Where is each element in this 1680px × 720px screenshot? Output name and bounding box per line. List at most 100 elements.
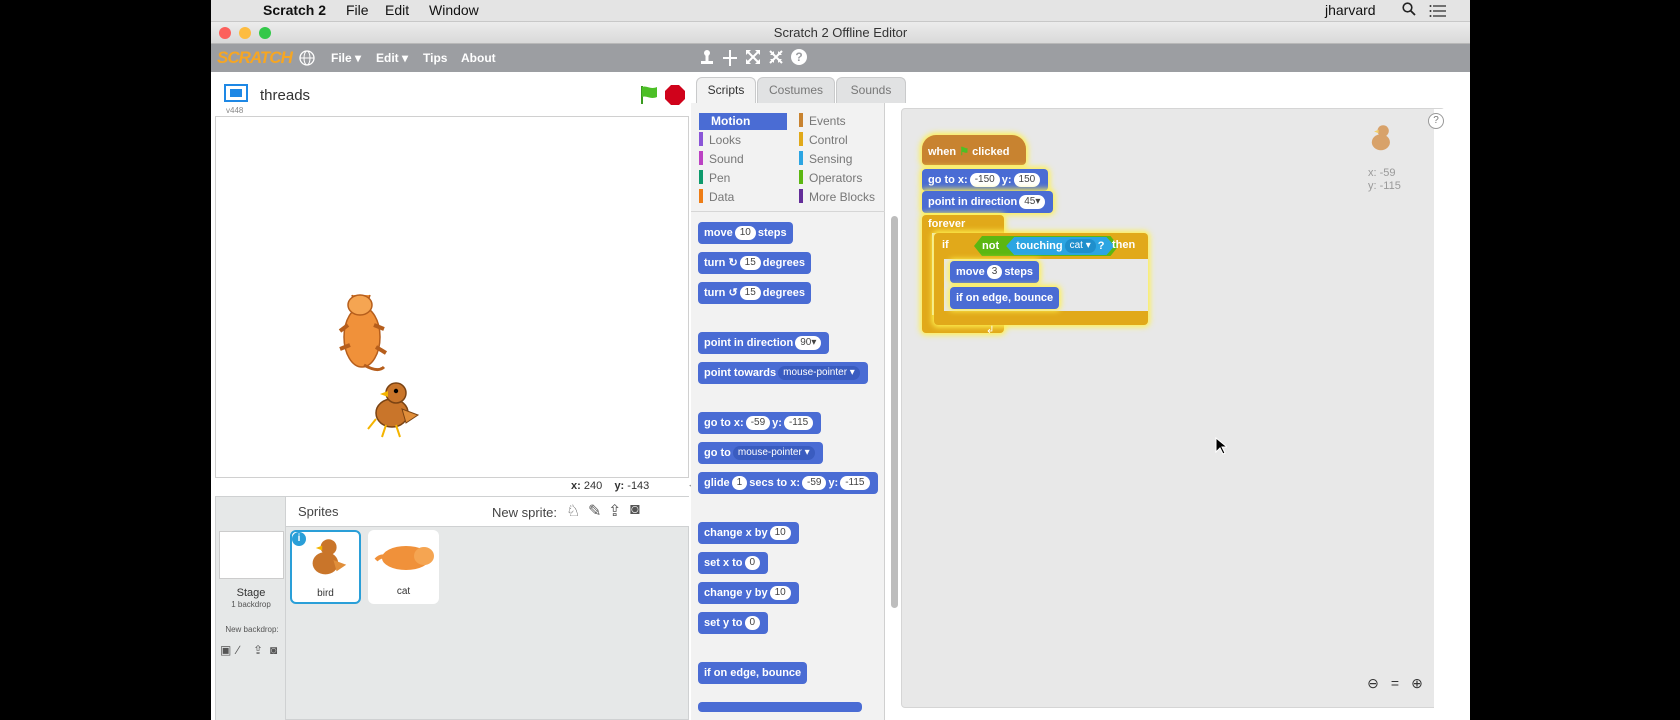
version-label: v448: [226, 106, 244, 115]
scratch-toolbar: SCRATCH File ▾ Edit ▾ Tips About ?: [211, 44, 1470, 72]
upload-sprite-icon[interactable]: ⇪: [608, 501, 621, 521]
mac-menubar: Scratch 2 File Edit Window jharvard: [211, 0, 1470, 22]
tab-sounds[interactable]: Sounds: [836, 77, 906, 103]
block-palette: Motion Looks Sound Pen Data Events Contr…: [691, 103, 885, 720]
category-sensing[interactable]: Sensing: [799, 151, 852, 166]
camera-sprite-icon[interactable]: ◙: [630, 501, 640, 519]
sprite-name-bird: bird: [317, 588, 334, 599]
paint-backdrop-icon[interactable]: ∕: [237, 643, 239, 657]
palette-set-y[interactable]: set y to 0: [698, 612, 769, 634]
notification-list-icon[interactable]: [1429, 4, 1447, 21]
sprite-preview-bird: [1362, 123, 1402, 162]
palette-partial-block[interactable]: [698, 702, 862, 712]
category-operators[interactable]: Operators: [799, 170, 862, 185]
palette-go-to-xy[interactable]: go to x: -59 y: -115: [698, 412, 822, 434]
when-flag-clicked-block[interactable]: when ⚑ clicked: [922, 135, 1026, 165]
stage-thumbnail[interactable]: [219, 531, 284, 579]
palette-point-in-direction[interactable]: point in direction 90▾: [698, 332, 830, 354]
menu-window[interactable]: Window: [429, 2, 479, 18]
palette-divider: [691, 211, 885, 212]
palette-set-x[interactable]: set x to 0: [698, 552, 769, 574]
palette-if-on-edge-bounce[interactable]: if on edge, bounce: [698, 662, 808, 684]
stop-sign-icon[interactable]: [664, 84, 686, 111]
category-sound[interactable]: Sound: [699, 151, 744, 166]
app-menu[interactable]: Scratch 2: [263, 2, 326, 18]
menu-file[interactable]: File: [346, 2, 369, 18]
screen: Scratch 2 File Edit Window jharvard Scra…: [211, 0, 1470, 720]
toolbar-file-menu[interactable]: File ▾: [331, 51, 361, 65]
green-flag-icon[interactable]: [638, 84, 660, 111]
palette-move-steps[interactable]: move 10 steps: [698, 222, 793, 244]
bird-sprite[interactable]: [366, 379, 422, 444]
language-globe-icon[interactable]: [299, 50, 315, 69]
shrink-icon[interactable]: [768, 49, 784, 68]
new-sprite-label: New sprite:: [492, 505, 558, 520]
palette-change-y[interactable]: change y by 10: [698, 582, 799, 604]
cat-sprite[interactable]: [334, 285, 394, 390]
sprite-y-position: y: -115: [1368, 180, 1401, 192]
stage-label: Stage: [236, 587, 266, 599]
scratch-logo[interactable]: SCRATCH: [217, 48, 293, 68]
y-coord-label: y:: [614, 480, 625, 492]
sprite-tile-bird[interactable]: i bird: [290, 530, 361, 604]
category-control[interactable]: Control: [799, 132, 848, 147]
spotlight-search-icon[interactable]: [1402, 2, 1416, 19]
camera-backdrop-icon[interactable]: ◙: [270, 643, 277, 657]
minimize-window-button[interactable]: [239, 27, 251, 39]
palette-glide[interactable]: glide 1 secs to x: -59 y: -115: [698, 472, 878, 494]
x-coord-value: 240: [583, 480, 603, 492]
touching-block[interactable]: touching cat ▾?: [1006, 237, 1114, 255]
palette-change-x[interactable]: change x by 10: [698, 522, 799, 544]
upload-backdrop-icon[interactable]: ⇪: [253, 643, 263, 657]
window-titlebar: Scratch 2 Offline Editor: [211, 22, 1470, 44]
cut-delete-icon[interactable]: [722, 49, 738, 70]
category-motion[interactable]: Motion: [699, 113, 787, 130]
category-data[interactable]: Data: [699, 189, 734, 204]
palette-go-to[interactable]: go to mouse-pointer ▾: [698, 442, 823, 464]
palette-turn-right[interactable]: turn ↻ 15 degrees: [698, 252, 811, 274]
toolbar-about[interactable]: About: [461, 51, 496, 65]
category-events[interactable]: Events: [799, 113, 846, 128]
backdrop-library-icon[interactable]: ▣: [220, 643, 231, 657]
palette-point-towards[interactable]: point towards mouse-pointer ▾: [698, 362, 868, 384]
sprite-name-cat: cat: [396, 586, 411, 597]
zoom-out-icon[interactable]: ⊖: [1365, 675, 1381, 691]
help-icon[interactable]: ?: [1428, 113, 1444, 129]
x-coord-label: x:: [571, 480, 581, 492]
go-to-xy-block[interactable]: go to x: -150 y: 150: [922, 169, 1049, 191]
scripts-area[interactable]: x: -59 y: -115 ? when ⚑ clicked go to x:…: [901, 108, 1446, 709]
presentation-mode-icon[interactable]: [224, 84, 248, 107]
block-help-icon[interactable]: ?: [791, 49, 807, 65]
duplicate-stamp-icon[interactable]: [699, 49, 715, 70]
loop-arrow-icon: ↲: [986, 325, 995, 336]
category-pen[interactable]: Pen: [699, 170, 730, 185]
point-in-direction-block[interactable]: point in direction 45▾: [922, 191, 1054, 213]
zoom-window-button[interactable]: [259, 27, 271, 39]
grow-icon[interactable]: [745, 49, 761, 68]
user-menu[interactable]: jharvard: [1325, 2, 1376, 18]
sprite-x-position: x: -59: [1368, 167, 1396, 179]
toolbar-tips[interactable]: Tips: [423, 51, 447, 65]
sprite-library-icon[interactable]: ♘: [566, 501, 580, 521]
palette-scrollbar[interactable]: [891, 216, 898, 608]
paint-sprite-icon[interactable]: ✎: [588, 501, 601, 521]
project-name[interactable]: threads: [260, 87, 310, 104]
zoom-in-icon[interactable]: ⊕: [1409, 675, 1425, 691]
tab-costumes[interactable]: Costumes: [757, 77, 835, 103]
category-looks[interactable]: Looks: [699, 132, 741, 147]
sprite-tile-cat[interactable]: cat: [368, 530, 439, 604]
category-more-blocks[interactable]: More Blocks: [799, 189, 875, 204]
move-steps-block[interactable]: move 3 steps: [950, 261, 1040, 283]
if-on-edge-bounce-block[interactable]: if on edge, bounce: [950, 287, 1060, 309]
close-window-button[interactable]: [219, 27, 231, 39]
sprites-title: Sprites: [298, 504, 339, 519]
turn-right-icon: ↻: [728, 257, 738, 269]
menu-edit[interactable]: Edit: [385, 2, 409, 18]
not-operator-block[interactable]: not touching cat ▾?: [974, 236, 1118, 256]
zoom-reset-icon[interactable]: =: [1387, 675, 1403, 691]
toolbar-edit-menu[interactable]: Edit ▾: [376, 51, 408, 65]
stage-canvas[interactable]: [215, 116, 689, 478]
tab-scripts[interactable]: Scripts: [696, 77, 756, 103]
palette-turn-left[interactable]: turn ↺ 15 degrees: [698, 282, 811, 304]
stage-header: v448 threads: [214, 76, 690, 116]
